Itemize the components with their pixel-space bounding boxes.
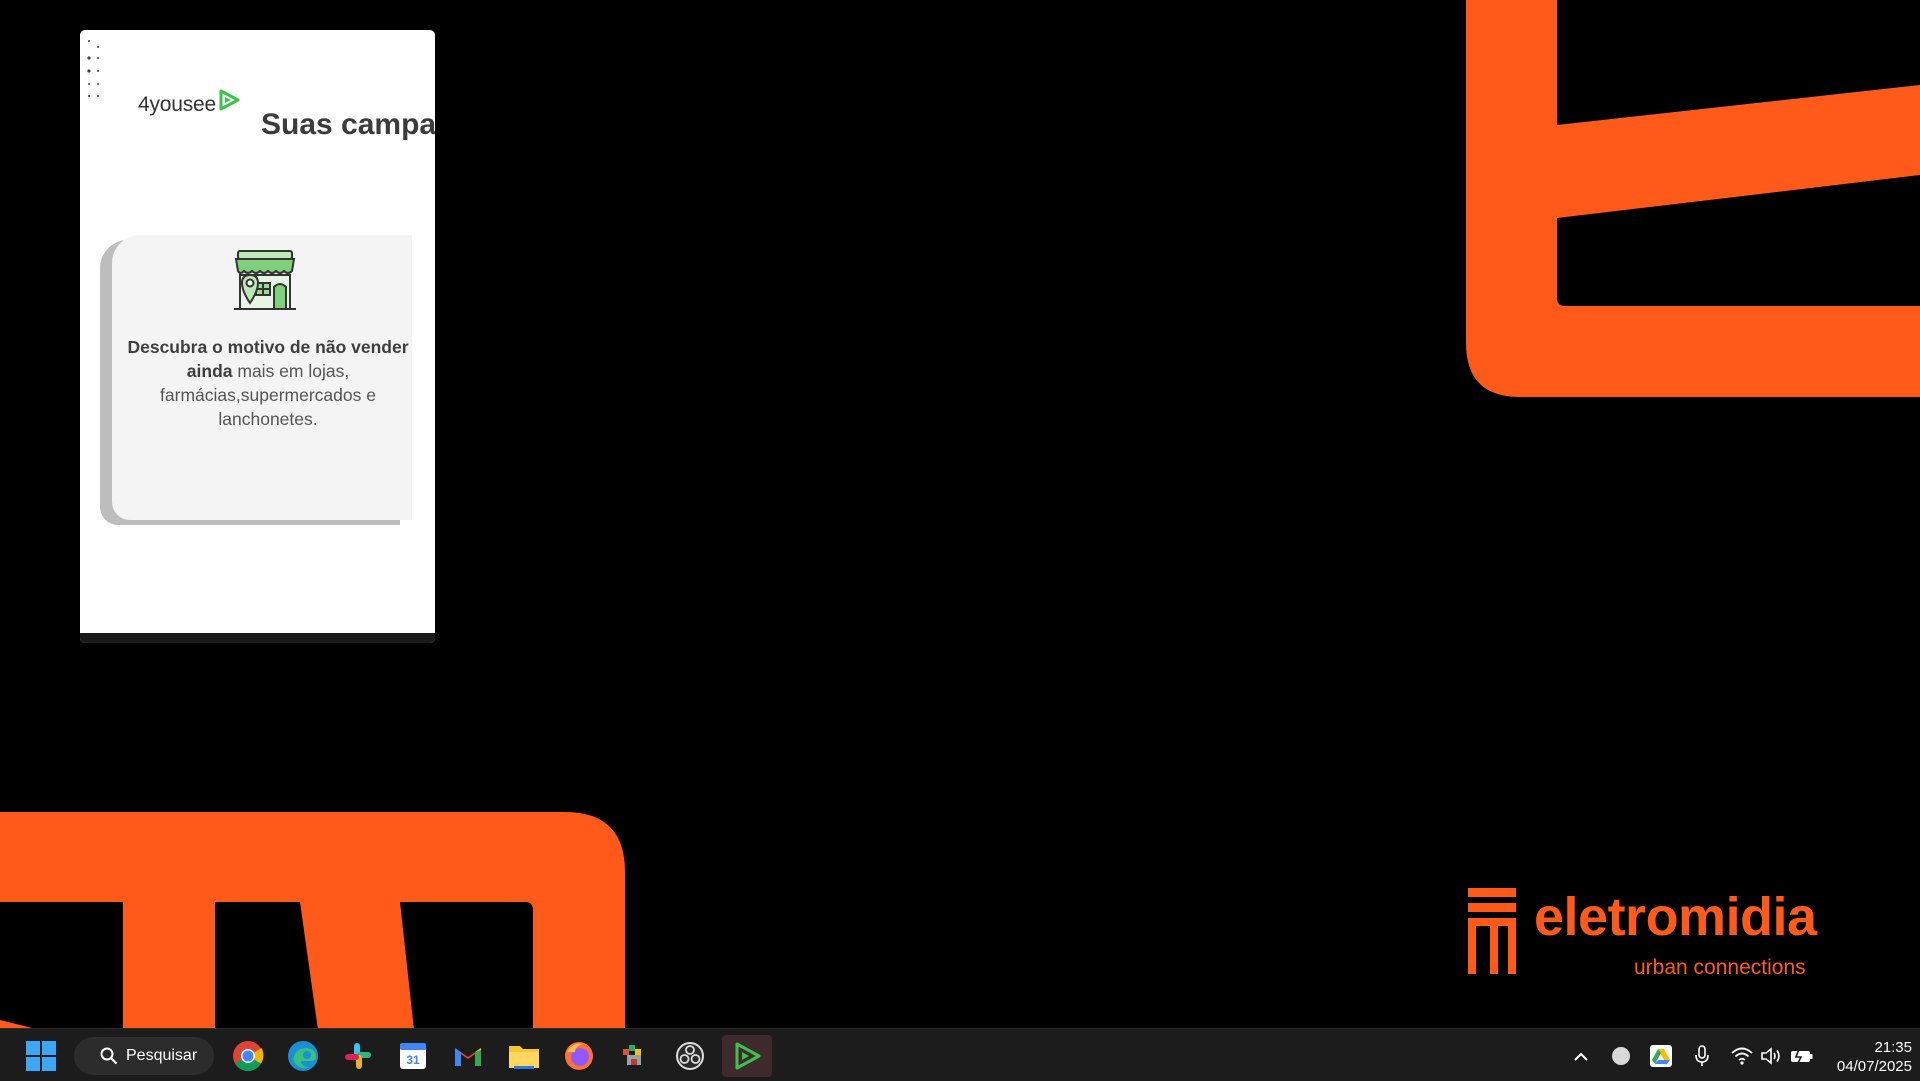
- wallpaper-e-shape: [1466, 0, 1920, 397]
- edge-icon: [288, 1041, 318, 1071]
- folder-icon: [509, 1046, 539, 1069]
- drive-tray-button[interactable]: [1648, 1043, 1674, 1069]
- gmail-icon: [455, 1048, 481, 1066]
- calendar-icon: 31: [400, 1043, 426, 1069]
- gmail-button[interactable]: [447, 1035, 489, 1077]
- edge-button[interactable]: [282, 1035, 324, 1077]
- microphone-icon: [1695, 1045, 1709, 1066]
- volume-button[interactable]: [1758, 1043, 1784, 1069]
- chrome-button[interactable]: [227, 1035, 269, 1077]
- slack-icon: [345, 1043, 371, 1069]
- chevron-up-icon: [1574, 1052, 1588, 1061]
- brand-name: eletromidia: [1534, 887, 1817, 947]
- brand-logo: eletromidia urban connections: [1468, 886, 1828, 986]
- clock-time: 21:35: [1874, 1039, 1912, 1056]
- app-logo-text: 4yousee: [138, 93, 216, 116]
- drag-handle-icon[interactable]: [86, 38, 102, 102]
- pixel-app-icon: [623, 1045, 641, 1065]
- search-label: Pesquisar: [126, 1047, 198, 1064]
- clock-date: 04/07/2025: [1836, 1058, 1912, 1075]
- battery-button[interactable]: [1789, 1043, 1815, 1069]
- calendar-button[interactable]: 31: [392, 1035, 434, 1077]
- app-logo: 4yousee: [138, 89, 240, 120]
- wifi-icon: [1731, 1047, 1753, 1065]
- window-bottom-bar: [80, 633, 435, 643]
- brand-tagline: urban connections: [1634, 956, 1806, 979]
- page-title: Suas campa: [261, 108, 435, 141]
- battery-icon: [1791, 1048, 1813, 1064]
- play-app-button[interactable]: [722, 1035, 772, 1077]
- wallpaper-m-shape: [0, 812, 625, 1030]
- taskbar-search[interactable]: Pesquisar: [74, 1037, 214, 1075]
- file-explorer-button[interactable]: [503, 1035, 545, 1077]
- play-arrow-icon: [219, 89, 240, 111]
- microphone-button[interactable]: [1689, 1043, 1715, 1069]
- obs-icon: [676, 1042, 704, 1070]
- windows-logo-icon: [26, 1041, 56, 1071]
- wifi-button[interactable]: [1729, 1043, 1755, 1069]
- taskbar: Pesquisar 31 21:35 04/07/2025: [0, 1028, 1920, 1081]
- circle-status-icon: [1612, 1047, 1630, 1065]
- tray-app-button[interactable]: [1608, 1043, 1634, 1069]
- speaker-icon: [1761, 1047, 1780, 1065]
- storefront-icon: [234, 250, 296, 310]
- pixel-app-button[interactable]: [613, 1035, 655, 1077]
- calendar-day-text: 31: [406, 1053, 420, 1067]
- promo-text: Descubra o motivo de não vender ainda ma…: [122, 335, 414, 431]
- play-arrow-icon: [735, 1042, 761, 1070]
- firefox-icon: [565, 1042, 593, 1070]
- chrome-icon: [233, 1041, 264, 1072]
- show-hidden-icons-button[interactable]: [1568, 1043, 1594, 1069]
- taskbar-clock[interactable]: 21:35 04/07/2025: [1837, 1038, 1912, 1076]
- brand-mark-icon: [1468, 888, 1516, 974]
- firefox-button[interactable]: [558, 1035, 600, 1077]
- google-drive-icon: [1650, 1045, 1672, 1067]
- promo-card: Descubra o motivo de não vender ainda ma…: [112, 235, 412, 520]
- start-button[interactable]: [20, 1035, 62, 1077]
- signage-app-window: 4yousee Suas campa Descubra o motivo de …: [80, 30, 435, 643]
- obs-button[interactable]: [669, 1035, 711, 1077]
- slack-button[interactable]: [337, 1035, 379, 1077]
- search-icon: [100, 1047, 118, 1065]
